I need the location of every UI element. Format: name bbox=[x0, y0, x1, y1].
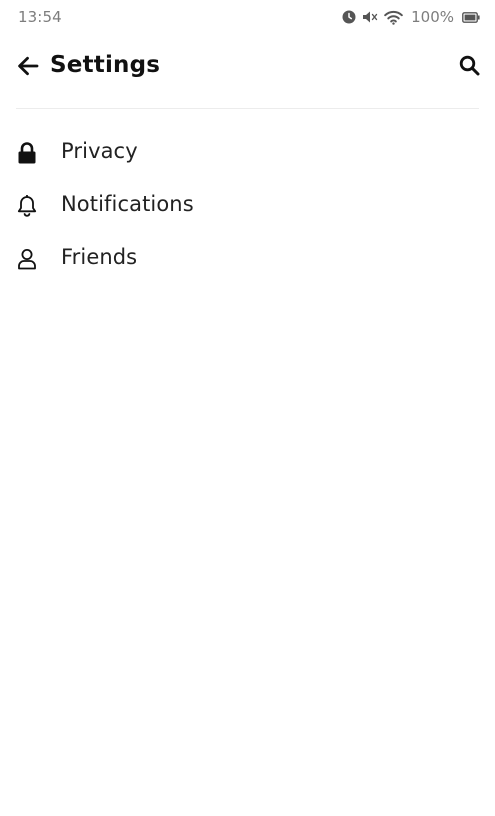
back-button[interactable] bbox=[16, 56, 40, 80]
alarm-icon bbox=[342, 10, 356, 24]
lock-icon bbox=[16, 141, 38, 165]
settings-item-friends[interactable]: Friends bbox=[0, 233, 495, 286]
settings-item-label: Privacy bbox=[61, 139, 138, 163]
status-bar: 13:54 100% bbox=[0, 0, 495, 34]
settings-item-label: Friends bbox=[61, 245, 138, 269]
person-icon bbox=[16, 247, 38, 271]
bell-icon bbox=[16, 194, 38, 218]
status-icons: 100% bbox=[342, 8, 480, 26]
arrow-left-icon bbox=[17, 56, 39, 80]
status-time: 13:54 bbox=[18, 8, 62, 26]
settings-item-label: Notifications bbox=[61, 192, 194, 216]
search-button[interactable] bbox=[457, 55, 481, 79]
mute-icon bbox=[362, 10, 378, 24]
settings-item-privacy[interactable]: Privacy bbox=[0, 127, 495, 180]
header-divider bbox=[16, 108, 479, 109]
search-icon bbox=[459, 55, 480, 80]
app-header: Settings bbox=[0, 40, 495, 96]
page-title: Settings bbox=[50, 52, 161, 78]
battery-icon bbox=[462, 11, 480, 23]
battery-percent: 100% bbox=[411, 8, 454, 26]
settings-list: Privacy Notifications Friends bbox=[0, 127, 495, 286]
wifi-icon bbox=[384, 10, 403, 25]
settings-item-notifications[interactable]: Notifications bbox=[0, 180, 495, 233]
